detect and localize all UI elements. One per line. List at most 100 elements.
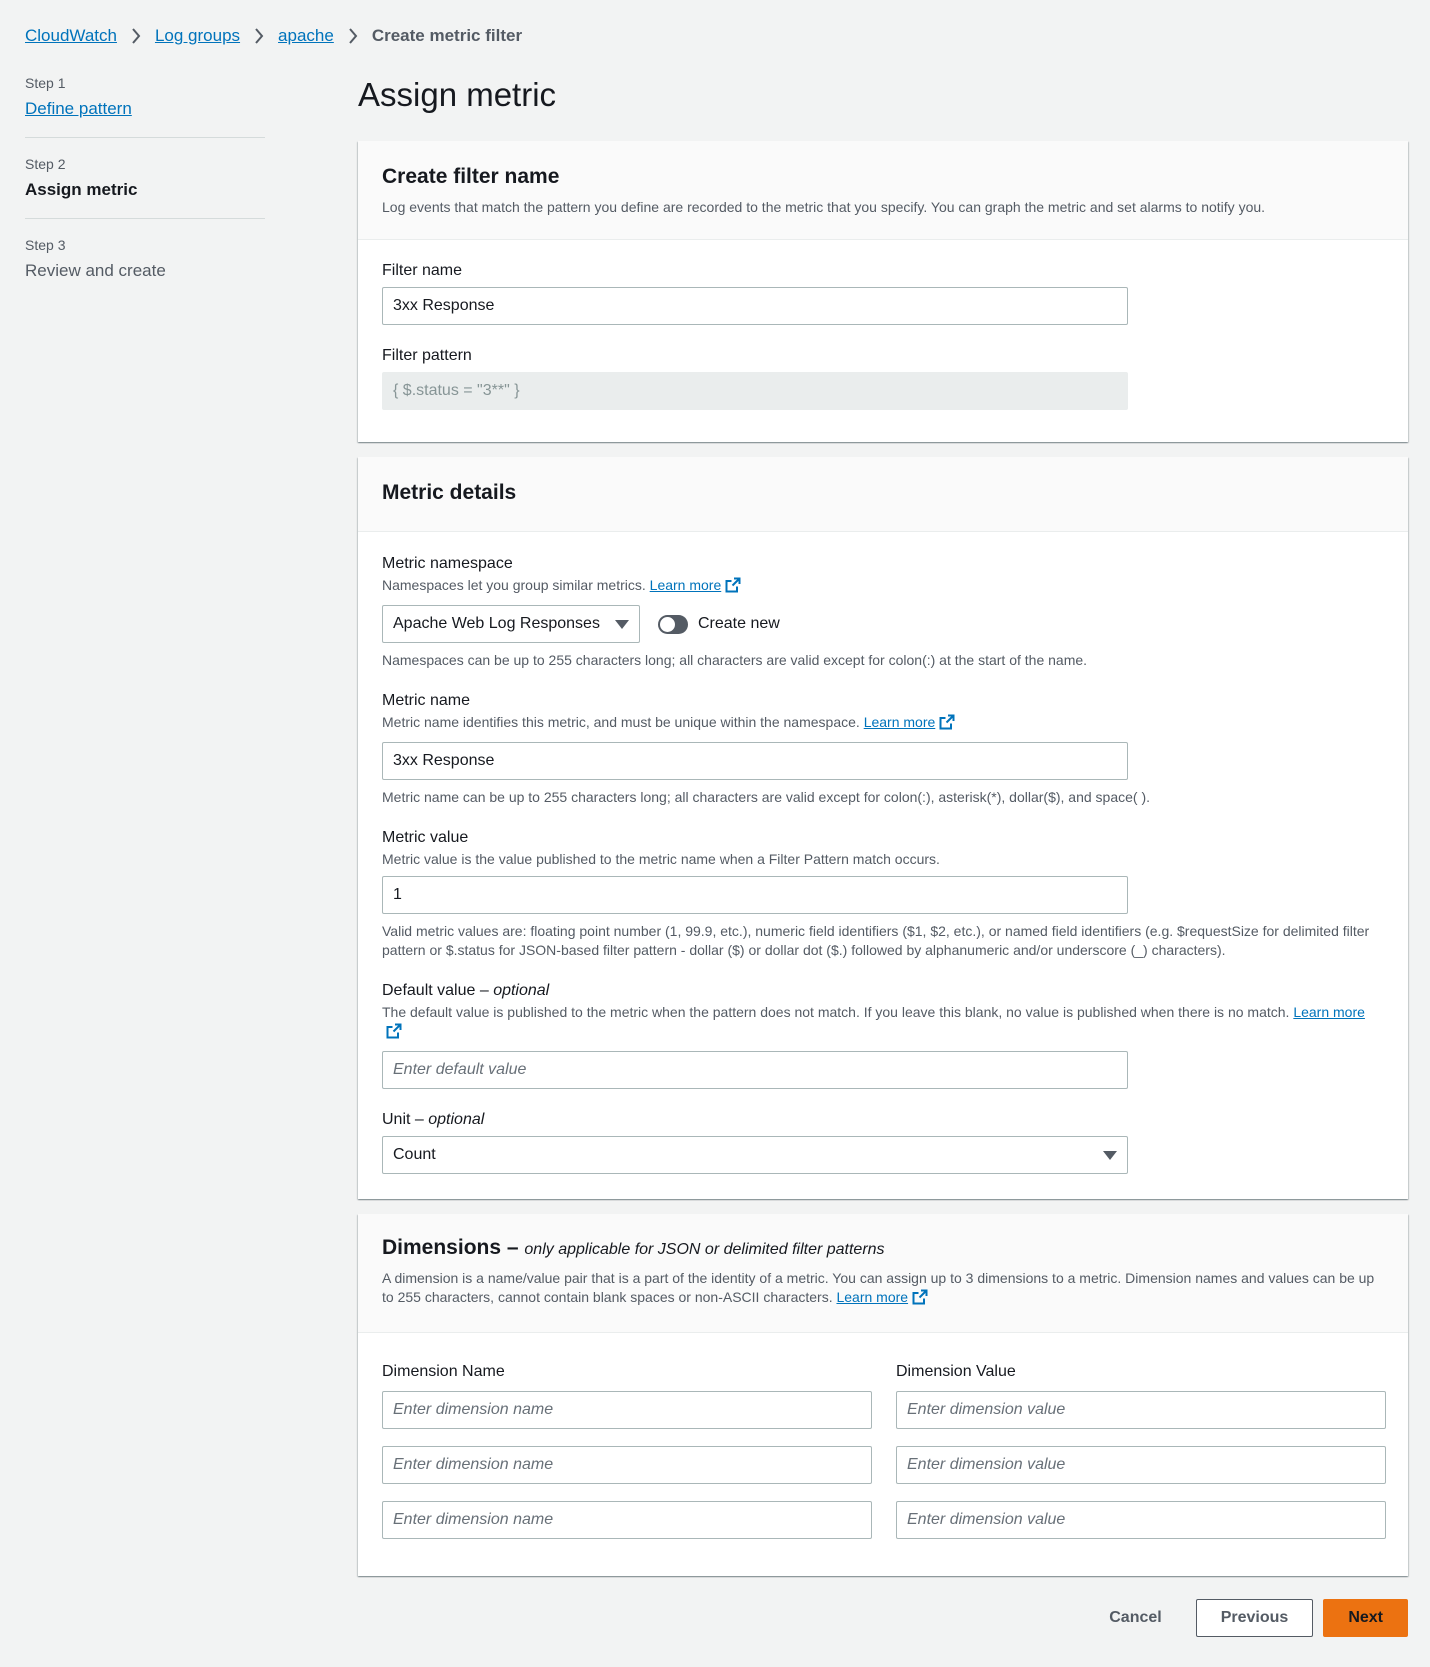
step-2: Step 2 Assign metric [25,156,265,219]
metric-name-label: Metric name [382,692,471,709]
breadcrumb-current: Create metric filter [371,26,523,45]
desc-text: Namespaces let you group similar metrics… [382,577,646,593]
dimension-value-column: Dimension Value [896,1363,1386,1539]
namespace-row: Apache Web Log Responses Create new [382,605,1384,643]
filter-pattern-label: Filter pattern [382,347,472,364]
panel-title: Create filter name [382,165,560,188]
namespace-select[interactable]: Apache Web Log Responses [382,605,640,643]
title-suffix: only applicable for JSON or delimited fi… [524,1241,885,1258]
wizard-steps: Step 1 Define pattern Step 2 Assign metr… [25,75,265,317]
previous-button[interactable]: Previous [1195,1599,1314,1637]
metric-value-constraint: Valid metric values are: floating point … [382,923,1370,958]
namespace-selected-value: Apache Web Log Responses [393,615,600,632]
step-number: Step 2 [25,156,66,172]
label-text: Default value [382,982,476,999]
dimension-value-label: Dimension Value [896,1363,1016,1380]
desc-text: The default value is published to the me… [382,1004,1290,1020]
unit-selected-value: Count [393,1146,436,1163]
learn-more-link[interactable]: Learn more [836,1289,908,1305]
default-value-input[interactable] [382,1051,1128,1089]
desc-text: Metric name identifies this metric, and … [382,714,860,730]
default-value-label: Default value – optional [382,982,550,999]
filter-pattern-field: Filter pattern { $.status = "3**" } [382,347,1384,410]
metric-value-label: Metric value [382,829,469,846]
dimension-name-input-3[interactable] [382,1501,872,1539]
default-value-desc: The default value is published to the me… [382,1003,1384,1044]
metric-value-input[interactable] [382,876,1128,914]
chevron-right-icon [348,28,358,44]
panel-description: A dimension is a name/value pair that is… [382,1269,1384,1310]
step-number: Step 1 [25,75,66,91]
dimensions-grid: Dimension Name Dimension Value [382,1363,1386,1539]
create-new-label: Create new [698,615,780,632]
step-title-assign-metric: Assign metric [25,180,138,199]
step-3: Step 3 Review and create [25,237,265,299]
panel-description: Log events that match the pattern you de… [382,199,1266,215]
external-link-icon[interactable] [725,577,741,598]
panel-header: Dimensions – only applicable for JSON or… [358,1214,1408,1333]
panel-body: Metric namespace Namespaces let you grou… [358,532,1408,1198]
dimension-name-label: Dimension Name [382,1363,505,1380]
panel-title: Metric details [382,481,517,504]
optional-text: optional [493,982,550,999]
filter-name-panel: Create filter name Log events that match… [358,141,1408,442]
chevron-right-icon [254,28,264,44]
metric-namespace-label: Metric namespace [382,555,513,572]
filter-pattern-input: { $.status = "3**" } [382,372,1128,410]
dimension-name-input-2[interactable] [382,1446,872,1484]
unit-field: Unit – optional Count [382,1111,1384,1174]
breadcrumb-apache[interactable]: apache [278,26,334,46]
filter-name-field: Filter name [382,262,1384,325]
step-title-review-create: Review and create [25,261,166,280]
default-value-field: Default value – optional The default val… [382,982,1384,1089]
wizard-actions: Cancel Previous Next [1085,1599,1408,1637]
namespace-constraint: Namespaces can be up to 255 characters l… [382,652,1088,668]
metric-value-field: Metric value Metric value is the value p… [382,829,1384,960]
metric-name-constraint: Metric name can be up to 255 characters … [382,789,1151,805]
metric-name-desc: Metric name identifies this metric, and … [382,713,1384,735]
external-link-icon[interactable] [939,714,955,735]
learn-more-link[interactable]: Learn more [650,577,722,593]
panel-title: Dimensions – only applicable for JSON or… [382,1236,885,1259]
optional-text: optional [428,1111,485,1128]
page-title: Assign metric [358,76,557,113]
breadcrumb-cloudwatch[interactable]: CloudWatch [25,26,117,46]
dimension-value-input-3[interactable] [896,1501,1386,1539]
next-button[interactable]: Next [1323,1599,1408,1637]
dimensions-panel: Dimensions – only applicable for JSON or… [358,1214,1408,1576]
step-link-define-pattern[interactable]: Define pattern [25,99,265,119]
filter-name-input[interactable] [382,287,1128,325]
caret-down-icon [615,619,629,629]
unit-select[interactable]: Count [382,1136,1128,1174]
toggle-switch-icon[interactable] [658,614,688,634]
metric-value-desc: Metric value is the value published to t… [382,851,940,867]
unit-label: Unit – optional [382,1111,485,1128]
metric-namespace-desc: Namespaces let you group similar metrics… [382,576,1384,598]
caret-down-icon [1103,1150,1117,1160]
step-number: Step 3 [25,237,66,253]
panel-body: Filter name Filter pattern { $.status = … [358,240,1408,434]
dimension-value-input-2[interactable] [896,1446,1386,1484]
title-text: Dimensions [382,1236,502,1259]
learn-more-link[interactable]: Learn more [1293,1004,1365,1020]
metric-name-input[interactable] [382,742,1128,780]
learn-more-link[interactable]: Learn more [864,714,936,730]
step-1: Step 1 Define pattern [25,75,265,138]
breadcrumb: CloudWatch Log groups apache Create metr… [25,26,522,46]
metric-details-panel: Metric details Metric namespace Namespac… [358,457,1408,1199]
chevron-right-icon [131,28,141,44]
dimension-name-input-1[interactable] [382,1391,872,1429]
label-text: Unit [382,1111,411,1128]
breadcrumb-log-groups[interactable]: Log groups [155,26,240,46]
cancel-button[interactable]: Cancel [1085,1599,1185,1637]
create-new-toggle[interactable]: Create new [658,614,780,634]
panel-header: Metric details [358,457,1408,532]
dimension-value-input-1[interactable] [896,1391,1386,1429]
metric-namespace-field: Metric namespace Namespaces let you grou… [382,555,1384,670]
external-link-icon[interactable] [386,1023,402,1044]
external-link-icon[interactable] [912,1289,928,1310]
panel-body: Dimension Name Dimension Value [358,1333,1408,1563]
panel-header: Create filter name Log events that match… [358,141,1408,240]
metric-name-field: Metric name Metric name identifies this … [382,692,1384,807]
dimension-name-column: Dimension Name [382,1363,872,1539]
